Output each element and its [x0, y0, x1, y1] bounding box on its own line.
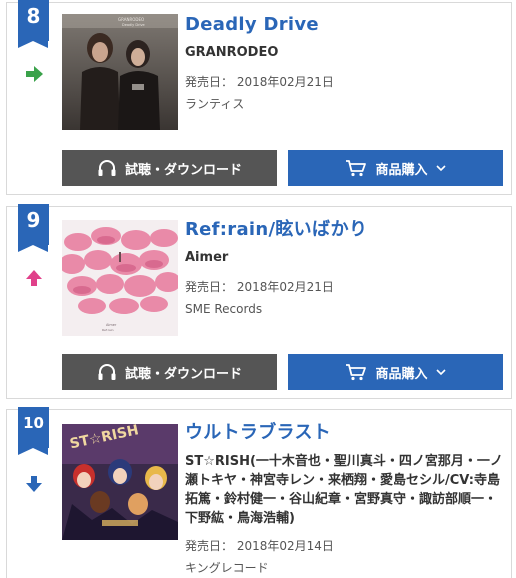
release-date: 2018年02月21日	[236, 75, 334, 89]
listen-download-button[interactable]: 試聴・ダウンロード	[62, 150, 277, 186]
rank-badge: 9	[18, 204, 49, 252]
headphones-icon	[98, 364, 116, 380]
artist-name: GRANRODEO	[185, 45, 279, 60]
svg-text:Ref:rain: Ref:rain	[102, 328, 114, 332]
album-jacket[interactable]: GRANRODEO Deadly Drive	[62, 14, 178, 130]
cart-icon	[346, 160, 367, 177]
release-date-row: 発売日： 2018年02月14日	[185, 538, 503, 554]
svg-text:GRANRODEO: GRANRODEO	[118, 17, 144, 22]
record-label: SME Records	[185, 302, 263, 316]
buy-button[interactable]: 商品購入	[288, 150, 503, 186]
ranking-item: 9 Aimer Ref:rain Ref:rain/眩いばかり Aimer 発売…	[6, 204, 512, 399]
listen-download-label: 試聴・ダウンロード	[124, 162, 242, 178]
song-title[interactable]: Ref:rain/眩いばかり	[185, 217, 503, 243]
record-label: キングレコード	[185, 561, 269, 575]
artist-name: ST☆RISH(一十木音也・聖川真斗・四ノ宮那月・一ノ瀬トキヤ・神宮寺レン・来栖…	[185, 454, 503, 526]
release-date-row: 発売日： 2018年02月21日	[185, 279, 503, 295]
listen-download-button[interactable]: 試聴・ダウンロード	[62, 354, 277, 390]
release-date: 2018年02月14日	[236, 539, 334, 553]
svg-text:Deadly Drive: Deadly Drive	[122, 23, 145, 27]
svg-text:Aimer: Aimer	[106, 323, 117, 327]
item-info: Ref:rain/眩いばかり Aimer 発売日： 2018年02月21日 SM…	[185, 217, 503, 317]
release-date-row: 発売日： 2018年02月21日	[185, 74, 503, 90]
artist-name: Aimer	[185, 250, 229, 265]
same-arrow-icon	[26, 66, 43, 82]
release-prefix: 発売日：	[185, 75, 234, 89]
release-date: 2018年02月21日	[236, 280, 334, 294]
cart-icon	[346, 364, 367, 381]
up-arrow-icon	[26, 270, 42, 286]
item-info: ウルトラブラスト ST☆RISH(一十木音也・聖川真斗・四ノ宮那月・一ノ瀬トキヤ…	[185, 420, 503, 576]
ranking-list: 8 GRANRODEO Deadly Drive Deadly Drive GR…	[0, 0, 516, 578]
buy-button[interactable]: 商品購入	[288, 354, 503, 390]
record-label: ランティス	[185, 97, 245, 111]
release-prefix: 発売日：	[185, 539, 234, 553]
rank-badge: 10	[18, 407, 49, 455]
chevron-down-icon	[435, 164, 446, 171]
rank-badge: 8	[18, 0, 49, 48]
headphones-icon	[98, 160, 116, 176]
buy-label: 商品購入	[375, 162, 428, 178]
album-jacket[interactable]: Aimer Ref:rain	[62, 220, 178, 336]
down-arrow-icon	[26, 476, 42, 492]
song-title[interactable]: Deadly Drive	[185, 12, 503, 38]
song-title[interactable]: ウルトラブラスト	[185, 420, 503, 446]
ranking-item: 8 GRANRODEO Deadly Drive Deadly Drive GR…	[6, 0, 512, 195]
buy-label: 商品購入	[375, 366, 428, 382]
album-jacket[interactable]: ST☆RISH	[62, 424, 178, 540]
ranking-item: 10 ST☆RISH ウルトラブラスト ST☆RISH(一十木音也・聖川真斗・四…	[6, 407, 512, 578]
release-prefix: 発売日：	[185, 280, 234, 294]
chevron-down-icon	[435, 368, 446, 375]
listen-download-label: 試聴・ダウンロード	[124, 366, 242, 382]
item-info: Deadly Drive GRANRODEO 発売日： 2018年02月21日 …	[185, 12, 503, 112]
